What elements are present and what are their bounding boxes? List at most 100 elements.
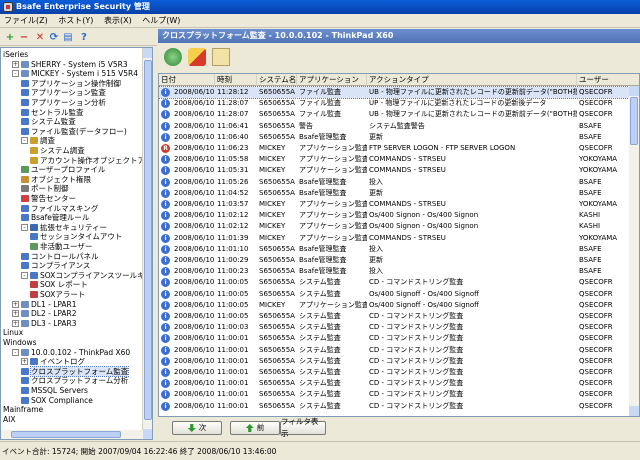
collapse-icon[interactable]: - — [21, 271, 28, 279]
add-icon[interactable]: + — [4, 31, 16, 43]
next-button[interactable]: 次 — [172, 421, 222, 435]
tree-node[interactable]: + DL1 - LPAR1 — [12, 300, 77, 309]
table-row[interactable]: i 2008/06/10 11:28:07 S650655A ファイル監査 UP - 物理… — [159, 98, 631, 109]
scroll-up-icon[interactable] — [629, 86, 639, 96]
table-row[interactable]: i 2008/06/10 11:00:05 MICKEY アプリケーション監査 Os/40… — [159, 300, 631, 311]
monitor-icon[interactable] — [164, 48, 182, 66]
prev-button[interactable]: 前 — [230, 421, 280, 435]
tree-node[interactable]: オブジェクト権限 — [21, 175, 91, 184]
help-icon[interactable]: ? — [78, 31, 90, 43]
grid-vertical-scrollbar[interactable] — [629, 86, 639, 416]
table-row[interactable]: i 2008/06/10 11:00:05 S650655A システム監査 Os/400 … — [159, 289, 631, 300]
table-row[interactable]: i 2008/06/10 11:00:01 S650655A システム監査 CD - コマ… — [159, 389, 631, 400]
alert-icon[interactable] — [188, 48, 206, 66]
tree-node[interactable]: SOX レポート — [30, 280, 88, 289]
tree-node[interactable]: MSSQL Servers — [21, 386, 88, 395]
tree-node[interactable]: - SOXコンプライアンスツールキット — [21, 271, 152, 280]
table-row[interactable]: i 2008/06/10 11:03:57 MICKEY アプリケーション監査 COMMA… — [159, 199, 631, 210]
scroll-thumb[interactable] — [144, 60, 152, 420]
column-header-system[interactable]: システム名 — [257, 74, 297, 86]
table-row[interactable]: i 2008/06/10 11:04:52 S650655A Bsafe管理監査 更新 BS… — [159, 188, 631, 199]
tree-node[interactable]: + SHERRY - System i5 V5R3 — [12, 60, 128, 69]
expand-icon[interactable]: + — [12, 319, 19, 327]
menu-help[interactable]: ヘルプ(W) — [138, 14, 184, 28]
tree-node[interactable]: システム監査 — [21, 117, 76, 126]
menu-view[interactable]: 表示(X) — [100, 14, 136, 28]
expand-icon[interactable]: + — [12, 60, 19, 68]
table-row[interactable]: i 2008/06/10 11:02:12 MICKEY アプリケーション監査 Os/40… — [159, 210, 631, 221]
table-row[interactable]: i 2008/06/10 11:00:01 S650655A システム監査 CD - コマ… — [159, 367, 631, 378]
scroll-down-icon[interactable] — [629, 406, 639, 416]
tree-node[interactable]: SOXアラート — [30, 290, 85, 299]
tree-node[interactable]: アカウント操作オブジェクトア — [30, 156, 145, 165]
tree-node[interactable]: - 調査 — [21, 136, 55, 145]
table-row[interactable]: i 2008/06/10 11:00:01 S650655A システム監査 CD - コマ… — [159, 345, 631, 356]
table-row[interactable]: i 2008/06/10 11:01:39 MICKEY アプリケーション監査 COMMA… — [159, 233, 631, 244]
tree-node[interactable]: + DL3 - LPAR3 — [12, 319, 77, 328]
table-row[interactable]: i 2008/06/10 11:05:31 MICKEY アプリケーション監査 COMMA… — [159, 165, 631, 176]
tree-node[interactable]: Bsafe管理ルール — [21, 213, 89, 222]
tree-node[interactable]: 警告センター — [21, 194, 76, 203]
tree-node[interactable]: コントロールパネル — [21, 252, 99, 261]
scroll-thumb[interactable] — [630, 97, 638, 145]
tree-node[interactable]: システム調査 — [30, 146, 85, 155]
tree-node[interactable]: アプリケーション操作制御 — [21, 79, 121, 88]
table-row[interactable]: R 2008/06/10 11:06:23 MICKEY アプリケーション監査 FTP S… — [159, 143, 631, 154]
column-header-action-type[interactable]: アクションタイプ — [367, 74, 577, 86]
table-row[interactable]: i 2008/06/10 11:05:26 S650655A Bsafe管理監査 投入 BS… — [159, 177, 631, 188]
tree-node[interactable]: iSeries — [3, 50, 28, 59]
expand-icon[interactable]: + — [12, 300, 19, 308]
scroll-thumb[interactable] — [11, 431, 121, 438]
tree-node[interactable]: アプリケーション分析 — [21, 98, 106, 107]
filter-icon[interactable] — [212, 48, 230, 66]
tree-node[interactable]: ポート制御 — [21, 184, 69, 193]
table-row[interactable]: i 2008/06/10 11:06:41 S650655A 警告 システム監査警告 BSA… — [159, 121, 631, 132]
column-header-date[interactable]: 日付 — [159, 74, 215, 86]
tree-node[interactable]: クロスプラットフォーム分析 — [21, 376, 128, 385]
tree-vertical-scrollbar[interactable] — [142, 48, 152, 439]
table-row[interactable]: i 2008/06/10 11:00:01 S650655A システム監査 CD - コマ… — [159, 401, 631, 412]
tree-horizontal-scrollbar[interactable] — [1, 430, 143, 439]
column-header-user[interactable]: ユーザー — [577, 74, 639, 86]
tree-node[interactable]: - MICKEY - System i 515 V5R4 — [12, 69, 138, 78]
table-row[interactable]: i 2008/06/10 11:00:03 S650655A システム監査 CD - コマ… — [159, 322, 631, 333]
tree-node[interactable]: クロスプラットフォーム監査 — [21, 365, 130, 377]
tree-node[interactable]: セントラル監査 — [21, 108, 84, 117]
column-header-time[interactable]: 時刻 — [215, 74, 257, 86]
tree-node[interactable]: Windows — [3, 338, 36, 347]
collapse-icon[interactable]: - — [21, 137, 28, 145]
expand-icon[interactable]: + — [21, 358, 28, 366]
table-row[interactable]: i 2008/06/10 11:00:23 S650655A Bsafe管理監査 投入 BS… — [159, 266, 631, 277]
expand-icon[interactable]: + — [12, 310, 19, 318]
tree-node[interactable]: AIX — [3, 415, 15, 424]
tree-node[interactable]: ファイル監査(データフロー) — [21, 127, 127, 136]
tree-node[interactable]: + イベントログ — [21, 357, 85, 366]
table-row[interactable]: i 2008/06/10 11:00:05 S650655A システム監査 CD - コマ… — [159, 311, 631, 322]
tree-node[interactable]: + DL2 - LPAR2 — [12, 309, 77, 318]
scroll-up-icon[interactable] — [143, 48, 152, 58]
table-row[interactable]: i 2008/06/10 11:00:29 S650655A Bsafe管理監査 更新 BS… — [159, 255, 631, 266]
collapse-icon[interactable]: - — [12, 348, 19, 356]
tree-node[interactable]: ファイルマスキング — [21, 204, 98, 213]
table-row[interactable]: i 2008/06/10 11:06:40 S650655A Bsafe管理監査 更新 BS… — [159, 132, 631, 143]
tree-node[interactable]: セッションタイムアウト — [30, 232, 122, 241]
column-header-application[interactable]: アプリケーション — [297, 74, 367, 86]
table-row[interactable]: i 2008/06/10 11:00:01 S650655A システム監査 CD - コマ… — [159, 378, 631, 389]
tree-node[interactable]: - 拡張セキュリティー — [21, 223, 107, 232]
table-row[interactable]: i 2008/06/10 11:00:01 S650655A システム監査 CD - コマ… — [159, 333, 631, 344]
table-row[interactable]: i 2008/06/10 11:28:12 S650655A ファイル監査 UB - 物理… — [159, 86, 632, 99]
menu-file[interactable]: ファイル(Z) — [0, 14, 52, 28]
remove-icon[interactable]: − — [18, 31, 30, 43]
tree-node[interactable]: 非活動ユーザー — [30, 242, 92, 251]
table-row[interactable]: i 2008/06/10 11:02:12 MICKEY アプリケーション監査 Os/40… — [159, 221, 631, 232]
refresh-icon[interactable]: ⟳ — [48, 31, 60, 43]
table-row[interactable]: i 2008/06/10 11:01:10 S650655A Bsafe管理監査 投入 BS… — [159, 244, 631, 255]
filter-button[interactable]: フィルタ表示 — [280, 417, 326, 438]
table-row[interactable]: i 2008/06/10 11:05:58 MICKEY アプリケーション監査 COMMA… — [159, 154, 631, 165]
tree-node[interactable]: Mainframe — [3, 405, 43, 414]
tree-node[interactable]: - 10.0.0.102 - ThinkPad X60 — [12, 348, 130, 357]
collapse-icon[interactable]: - — [21, 223, 28, 231]
tree-node[interactable]: Linux — [3, 328, 23, 337]
tree-node[interactable]: ユーザープロファイル — [21, 165, 105, 174]
table-row[interactable]: i 2008/06/10 11:28:07 S650655A ファイル監査 UB - 物理… — [159, 109, 631, 120]
